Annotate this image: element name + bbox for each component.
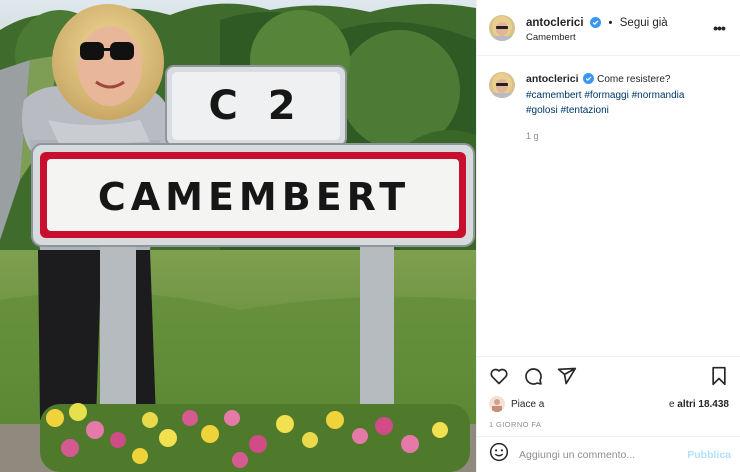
bookmark-icon[interactable] [709, 366, 729, 386]
caption-text: Come resistere? [597, 74, 671, 85]
avatar-image [489, 14, 515, 41]
share-icon-svg [557, 367, 577, 385]
hashtag-link[interactable]: #formaggi [584, 90, 628, 101]
post-location[interactable]: Camembert [526, 32, 710, 44]
verified-icon [589, 16, 601, 28]
likes-connector: e [668, 398, 675, 410]
heart-icon-svg [490, 368, 508, 385]
post-caption: antoclerici Come resistere? #camembert #… [477, 56, 740, 143]
hashtag-link[interactable]: #golosi [526, 105, 558, 116]
verified-icon [583, 73, 595, 84]
likes-prefix: Piace a [511, 398, 545, 410]
comment-icon[interactable] [523, 366, 543, 386]
hashtag-link[interactable]: #camembert [526, 90, 582, 101]
post-time-ago[interactable]: 1 GIORNO FA [489, 420, 729, 429]
heart-icon[interactable] [489, 366, 509, 386]
post-photo[interactable]: C 2 CAMEMBERT [0, 0, 476, 472]
caption-username[interactable]: antoclerici [526, 73, 579, 85]
caption-avatar[interactable] [489, 72, 515, 98]
more-options-icon[interactable]: ••• [710, 20, 728, 36]
bookmark-icon-svg [712, 366, 726, 386]
follow-status-button[interactable]: Segui già [620, 17, 668, 29]
publish-button[interactable]: Pubblica [687, 449, 731, 461]
comment-input[interactable] [519, 448, 688, 461]
avatar-image [489, 72, 515, 98]
liker-avatar[interactable] [489, 396, 505, 412]
post-sidebar: antoclerici • Segui già Camembert ••• an… [476, 0, 740, 472]
separator-dot: • [608, 16, 613, 29]
hashtag-link[interactable]: #normandia [632, 90, 685, 101]
sign-main-text: CAMEMBERT [97, 175, 411, 219]
hashtag-link[interactable]: #tentazioni [560, 105, 608, 116]
avatar-image [489, 396, 505, 412]
author-username[interactable]: antoclerici [526, 17, 584, 29]
post-header: antoclerici • Segui già Camembert ••• [477, 0, 740, 56]
comment-bar: Pubblica [477, 436, 740, 472]
post-actions: Piace a e altri 18.438 1 GIORNO FA [477, 356, 740, 429]
action-icons [489, 363, 729, 389]
caption-time[interactable]: 1 g [526, 130, 684, 144]
emoji-icon-svg [489, 442, 509, 462]
caption-body: antoclerici Come resistere? #camembert #… [526, 72, 684, 143]
author-avatar[interactable] [489, 14, 515, 41]
sign-top-text: C 2 [208, 83, 304, 129]
likes-summary: Piace a e altri 18.438 [489, 396, 729, 412]
header-text: antoclerici • Segui già Camembert [526, 12, 710, 44]
instagram-post: C 2 CAMEMBERT antoclerici • Segui già Ca… [0, 0, 740, 472]
likes-others-link[interactable]: altri 18.438 [677, 399, 729, 410]
emoji-icon[interactable] [489, 442, 509, 467]
share-icon[interactable] [557, 366, 577, 386]
comment-icon-svg [525, 368, 542, 385]
